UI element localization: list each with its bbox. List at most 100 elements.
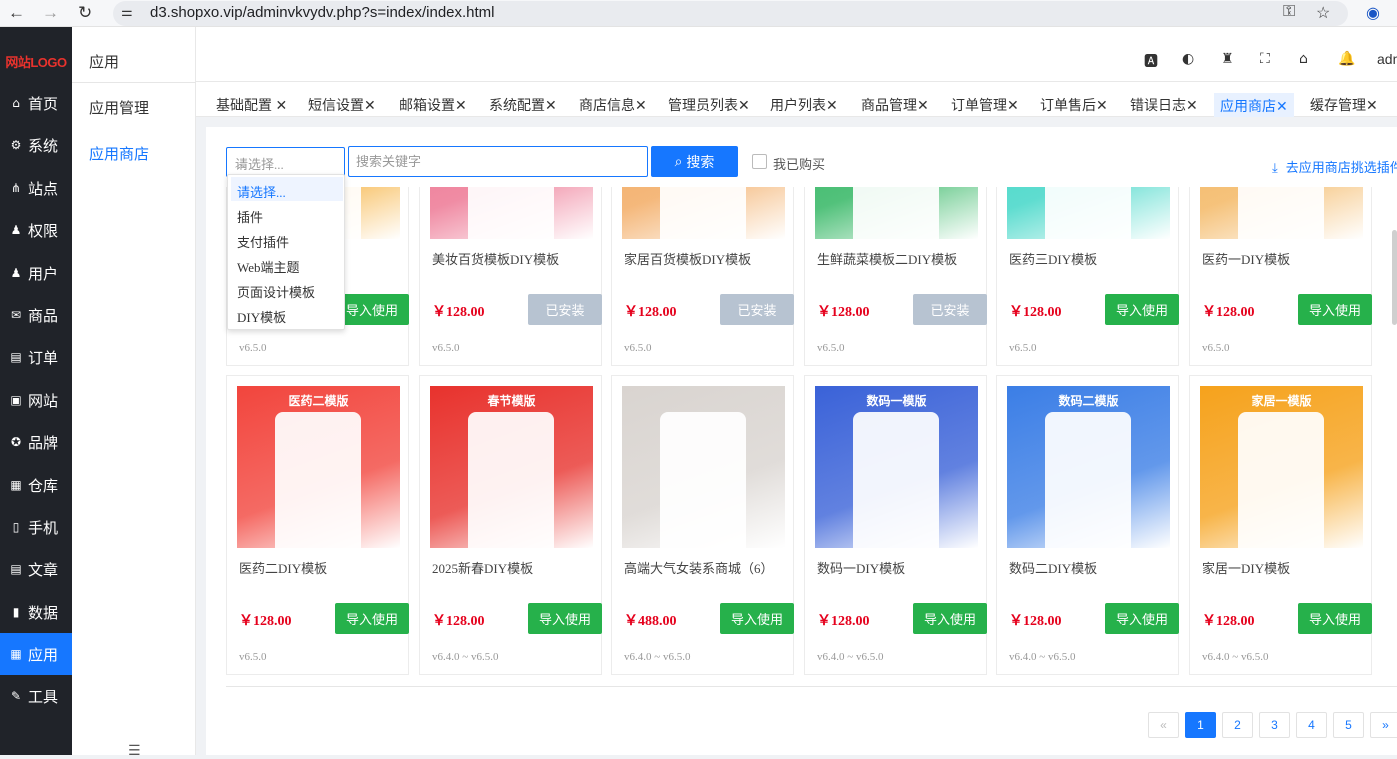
tab-0[interactable]: 基础配置 ✕ — [210, 92, 293, 116]
tab-12[interactable]: 缓存管理✕ — [1304, 92, 1384, 116]
dropdown-option[interactable]: 插件 — [231, 202, 343, 226]
product-card[interactable]: 医药三DIY模板 ￥128.00 导入使用 v6.5.0 — [996, 187, 1179, 366]
import-use-button[interactable]: 导入使用 — [1298, 603, 1372, 634]
product-thumbnail[interactable] — [1200, 187, 1363, 239]
font-icon[interactable]: 🅰 — [1144, 51, 1158, 71]
user-name[interactable]: adm — [1377, 51, 1397, 67]
purchased-label[interactable]: 我已购买 — [773, 154, 825, 173]
product-card[interactable]: 春节模版 2025新春DIY模板 ￥128.00 导入使用 v6.4.0 ~ v6.5.… — [419, 375, 602, 675]
import-use-button[interactable]: 导入使用 — [720, 603, 794, 634]
tab-2[interactable]: 邮箱设置✕ — [393, 92, 473, 116]
dropdown-option[interactable]: Web端主题 — [231, 252, 343, 276]
sidebar-item-9[interactable]: ▦ 仓库 — [0, 464, 72, 506]
scrollbar[interactable] — [1392, 230, 1397, 325]
product-card[interactable]: 医药一DIY模板 ￥128.00 导入使用 v6.5.0 — [1189, 187, 1372, 366]
page-prev-button[interactable]: « — [1148, 712, 1179, 738]
notification-bell-icon[interactable]: 🔔 — [1338, 51, 1355, 67]
product-thumbnail[interactable]: 家居一模版 — [1200, 386, 1363, 548]
product-thumbnail[interactable]: 医药二模版 — [237, 386, 400, 548]
search-button[interactable]: ⌕ 搜索 — [651, 146, 738, 177]
import-use-button[interactable]: 导入使用 — [335, 294, 409, 325]
product-card[interactable]: 生鲜蔬菜模板二DIY模板 ￥128.00 已安装 v6.5.0 — [804, 187, 987, 366]
sidebar-item-4[interactable]: ♟ 用户 — [0, 252, 72, 294]
sidebar-item-8[interactable]: ✪ 品牌 — [0, 421, 72, 463]
sidebar-item-0[interactable]: ⌂ 首页 — [0, 82, 72, 124]
page-button-1[interactable]: 1 — [1185, 712, 1216, 738]
home-icon[interactable]: ⌂ — [1299, 51, 1308, 67]
page-button-3[interactable]: 3 — [1259, 712, 1290, 738]
dropdown-option[interactable]: 支付插件 — [231, 227, 343, 251]
product-card[interactable]: 数码一模版 数码一DIY模板 ￥128.00 导入使用 v6.4.0 ~ v6.5.0 — [804, 375, 987, 675]
subnav-item-app-store[interactable]: 应用商店 — [89, 143, 149, 164]
category-select[interactable]: 请选择... ︿ — [226, 147, 345, 177]
fullscreen-icon[interactable]: ⛶ — [1260, 51, 1270, 67]
purchased-checkbox[interactable] — [752, 154, 767, 169]
import-use-button[interactable]: 导入使用 — [528, 603, 602, 634]
subnav-item-app-manage[interactable]: 应用管理 — [89, 97, 149, 118]
tab-8[interactable]: 订单管理✕ — [945, 92, 1025, 116]
dropdown-option[interactable]: DIY模板 — [231, 302, 343, 326]
installed-button[interactable]: 已安装 — [720, 294, 794, 325]
search-input[interactable] — [349, 147, 647, 176]
product-thumbnail[interactable] — [430, 187, 593, 239]
page-button-2[interactable]: 2 — [1222, 712, 1253, 738]
import-use-button[interactable]: 导入使用 — [335, 603, 409, 634]
tab-1[interactable]: 短信设置✕ — [302, 92, 382, 116]
tab-5[interactable]: 管理员列表✕ — [662, 92, 756, 116]
product-card[interactable]: 家居百货模板DIY模板 ￥128.00 已安装 v6.5.0 — [611, 187, 794, 366]
product-card[interactable]: 家居一模版 家居一DIY模板 ￥128.00 导入使用 v6.4.0 ~ v6.5.0 — [1189, 375, 1372, 675]
tab-11[interactable]: 应用商店✕ — [1214, 93, 1294, 117]
installed-button[interactable]: 已安装 — [528, 294, 602, 325]
reload-icon[interactable]: ↻ — [78, 3, 92, 23]
tab-7[interactable]: 商品管理✕ — [855, 92, 935, 116]
sidebar-item-14[interactable]: ✎ 工具 — [0, 675, 72, 717]
import-use-button[interactable]: 导入使用 — [913, 603, 987, 634]
page-next-button[interactable]: » — [1370, 712, 1397, 738]
tab-6[interactable]: 用户列表✕ — [764, 92, 844, 116]
profile-icon[interactable]: ◉ — [1366, 3, 1380, 23]
product-thumbnail[interactable]: 数码一模版 — [815, 386, 978, 548]
bookmark-star-icon[interactable]: ☆ — [1316, 3, 1330, 23]
site-settings-icon[interactable]: ⚌ — [121, 4, 133, 20]
dropdown-option[interactable]: 请选择... — [231, 177, 343, 201]
search-input-box[interactable] — [348, 146, 648, 177]
key-icon[interactable]: ⚿ — [1283, 3, 1295, 21]
dropdown-option[interactable]: 页面设计模板 — [231, 277, 343, 301]
product-thumbnail[interactable] — [815, 187, 978, 239]
clear-cache-icon[interactable]: ♜ — [1221, 51, 1234, 67]
product-card[interactable]: 数码二模版 数码二DIY模板 ￥128.00 导入使用 v6.4.0 ~ v6.5.0 — [996, 375, 1179, 675]
page-button-5[interactable]: 5 — [1333, 712, 1364, 738]
sidebar-item-6[interactable]: ▤ 订单 — [0, 336, 72, 378]
product-card[interactable]: 医药二模版 医药二DIY模板 ￥128.00 导入使用 v6.5.0 — [226, 375, 409, 675]
back-icon[interactable]: ← — [8, 3, 25, 23]
sidebar-item-3[interactable]: ♟ 权限 — [0, 209, 72, 251]
product-card[interactable]: 高端大气女装系商城（6） ￥488.00 导入使用 v6.4.0 ~ v6.5.0 — [611, 375, 794, 675]
theme-palette-icon[interactable]: ◐ — [1182, 51, 1194, 67]
import-use-button[interactable]: 导入使用 — [1105, 294, 1179, 325]
product-thumbnail[interactable] — [622, 187, 785, 239]
product-thumbnail[interactable] — [1007, 187, 1170, 239]
installed-button[interactable]: 已安装 — [913, 294, 987, 325]
import-use-button[interactable]: 导入使用 — [1105, 603, 1179, 634]
sidebar-item-2[interactable]: ⋔ 站点 — [0, 167, 72, 209]
product-card[interactable]: 美妆百货模板DIY模板 ￥128.00 已安装 v6.5.0 — [419, 187, 602, 366]
menu-fold-icon[interactable]: ☰ — [128, 743, 141, 759]
tab-10[interactable]: 错误日志✕ — [1124, 92, 1204, 116]
page-button-4[interactable]: 4 — [1296, 712, 1327, 738]
sidebar-item-1[interactable]: ⚙ 系统 — [0, 124, 72, 166]
product-thumbnail[interactable]: 数码二模版 — [1007, 386, 1170, 548]
sidebar-item-12[interactable]: ▮ 数据 — [0, 591, 72, 633]
import-use-button[interactable]: 导入使用 — [1298, 294, 1372, 325]
product-thumbnail[interactable]: 春节模版 — [430, 386, 593, 548]
tab-9[interactable]: 订单售后✕ — [1034, 92, 1114, 116]
go-app-store-link[interactable]: ⤓ 去应用商店挑选插件 — [1272, 157, 1397, 176]
forward-icon[interactable]: → — [42, 3, 59, 23]
sidebar-item-13[interactable]: ▦ 应用 — [0, 633, 72, 675]
sidebar-item-10[interactable]: ▯ 手机 — [0, 506, 72, 548]
url-text[interactable]: d3.shopxo.vip/adminvkvydv.php?s=index/in… — [150, 4, 495, 21]
sidebar-item-5[interactable]: ✉ 商品 — [0, 294, 72, 336]
product-thumbnail[interactable] — [622, 386, 785, 548]
sidebar-item-11[interactable]: ▤ 文章 — [0, 548, 72, 590]
sidebar-item-7[interactable]: ▣ 网站 — [0, 379, 72, 421]
tab-4[interactable]: 商店信息✕ — [573, 92, 653, 116]
